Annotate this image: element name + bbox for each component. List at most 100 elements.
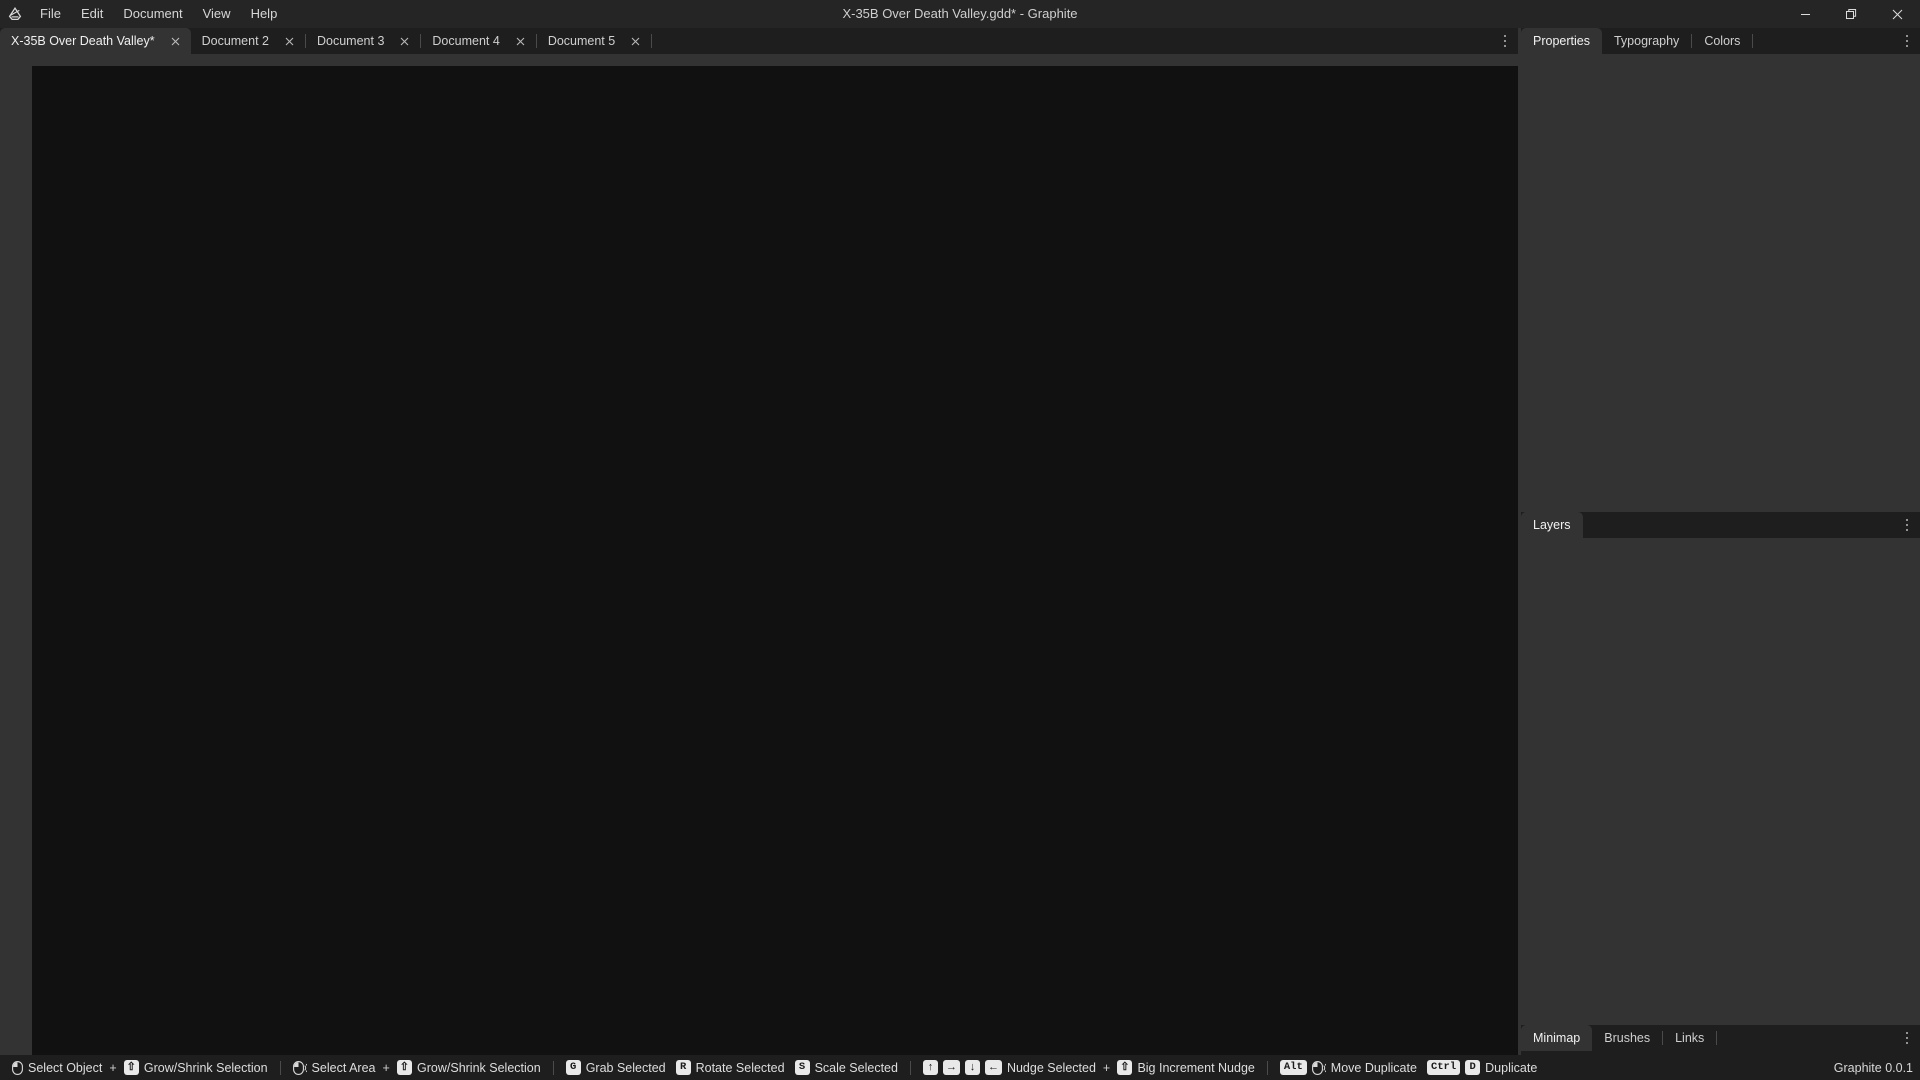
hint-label: Scale Selected bbox=[814, 1060, 898, 1075]
main-region: X-35B Over Death Valley* Document 2 Docu… bbox=[0, 28, 1920, 1055]
hint-scale-selected: S Scale Selected bbox=[794, 1060, 898, 1075]
hint-group-divider bbox=[552, 1060, 554, 1075]
hint-group-nudge: ↑ → ↓ ← Nudge Selected + ⇧ Big Increment… bbox=[918, 1060, 1260, 1075]
mouse-left-click-icon bbox=[12, 1060, 23, 1075]
tab-properties[interactable]: Properties bbox=[1521, 28, 1602, 54]
minimap-tab-list: Minimap Brushes Links bbox=[1521, 1025, 1894, 1051]
tab-divider bbox=[651, 34, 653, 48]
layers-tab-list: Layers bbox=[1521, 512, 1894, 538]
close-icon[interactable] bbox=[398, 35, 411, 48]
mouse-left-drag-icon bbox=[1311, 1060, 1326, 1075]
hint-grow-shrink-selection: ⇧ Grow/Shrink Selection bbox=[396, 1060, 541, 1075]
key-d: D bbox=[1465, 1060, 1481, 1075]
hint-label: Move Duplicate bbox=[1330, 1060, 1417, 1075]
tab-brushes[interactable]: Brushes bbox=[1592, 1025, 1662, 1051]
minimap-panel-overflow-button[interactable] bbox=[1894, 1025, 1920, 1051]
tab-layers[interactable]: Layers bbox=[1521, 512, 1583, 538]
hint-big-increment-nudge: ⇧ Big Increment Nudge bbox=[1117, 1060, 1255, 1075]
document-tabs-overflow-button[interactable] bbox=[1492, 28, 1518, 54]
properties-panel-header: Properties Typography Colors bbox=[1521, 28, 1920, 54]
hint-label: Duplicate bbox=[1485, 1060, 1538, 1075]
document-tab-label: Document 5 bbox=[547, 34, 616, 48]
layers-panel-overflow-button[interactable] bbox=[1894, 512, 1920, 538]
layers-panel-header: Layers bbox=[1521, 512, 1920, 538]
hint-group-divider bbox=[279, 1060, 281, 1075]
right-panel-column: Properties Typography Colors Layers Mini… bbox=[1518, 28, 1920, 1055]
hint-plus: + bbox=[382, 1060, 390, 1075]
close-icon[interactable] bbox=[283, 35, 296, 48]
tab-typography[interactable]: Typography bbox=[1602, 28, 1691, 54]
version-label: Graphite 0.0.1 bbox=[1833, 1060, 1913, 1075]
kebab-menu-icon bbox=[1905, 518, 1909, 532]
hint-group-duplicate: Alt Move Duplicate Ctrl D Duplicate bbox=[1275, 1060, 1542, 1075]
menu-item-file[interactable]: File bbox=[30, 3, 71, 25]
hint-label: Grow/Shrink Selection bbox=[417, 1060, 541, 1075]
document-tab-1[interactable]: X-35B Over Death Valley* bbox=[0, 28, 191, 54]
key-g: G bbox=[565, 1060, 581, 1075]
hint-group-divider bbox=[1266, 1060, 1268, 1075]
key-arrow-left: ← bbox=[984, 1060, 1002, 1075]
hint-label: Nudge Selected bbox=[1006, 1060, 1096, 1075]
document-tab-list: X-35B Over Death Valley* Document 2 Docu… bbox=[0, 28, 1492, 54]
kebab-menu-icon bbox=[1905, 34, 1909, 48]
key-arrow-down: ↓ bbox=[964, 1060, 980, 1075]
restore-icon bbox=[1845, 8, 1857, 20]
key-ctrl: Ctrl bbox=[1426, 1060, 1461, 1075]
menu-bar: File Edit Document View Help bbox=[30, 0, 287, 28]
close-icon[interactable] bbox=[514, 35, 527, 48]
kebab-menu-icon bbox=[1503, 34, 1507, 48]
close-icon bbox=[1892, 9, 1903, 20]
close-icon[interactable] bbox=[169, 35, 182, 48]
hint-grab-selected: G Grab Selected bbox=[565, 1060, 666, 1075]
tab-links[interactable]: Links bbox=[1663, 1025, 1716, 1051]
tab-divider bbox=[1752, 34, 1754, 48]
hint-nudge-selected: ↑ → ↓ ← Nudge Selected bbox=[922, 1060, 1096, 1075]
key-alt: Alt bbox=[1279, 1060, 1307, 1075]
menu-item-view[interactable]: View bbox=[193, 3, 241, 25]
document-tab-3[interactable]: Document 3 bbox=[306, 28, 420, 54]
tab-label: Typography bbox=[1613, 34, 1680, 48]
maximize-button[interactable] bbox=[1828, 0, 1874, 28]
hint-rotate-selected: R Rotate Selected bbox=[675, 1060, 785, 1075]
status-bar: Select Object + ⇧ Grow/Shrink Selection bbox=[0, 1055, 1920, 1080]
menu-item-document[interactable]: Document bbox=[113, 3, 192, 25]
properties-tab-list: Properties Typography Colors bbox=[1521, 28, 1894, 54]
tab-label: Brushes bbox=[1604, 1031, 1651, 1045]
tab-colors[interactable]: Colors bbox=[1692, 28, 1752, 54]
document-tab-5[interactable]: Document 5 bbox=[537, 28, 651, 54]
hint-grow-shrink-selection: ⇧ Grow/Shrink Selection bbox=[123, 1060, 268, 1075]
minimize-icon bbox=[1800, 9, 1811, 20]
layers-panel-body bbox=[1521, 538, 1920, 1025]
hint-label: Big Increment Nudge bbox=[1137, 1060, 1255, 1075]
tab-label: Links bbox=[1675, 1031, 1705, 1045]
key-shift: ⇧ bbox=[123, 1060, 139, 1075]
key-r: R bbox=[675, 1060, 691, 1075]
input-hints: Select Object + ⇧ Grow/Shrink Selection bbox=[7, 1060, 1822, 1075]
properties-panel-overflow-button[interactable] bbox=[1894, 28, 1920, 54]
mouse-left-drag-icon bbox=[292, 1060, 307, 1075]
tab-label: Minimap bbox=[1533, 1031, 1581, 1045]
hint-duplicate: Ctrl D Duplicate bbox=[1426, 1060, 1538, 1075]
key-arrow-up: ↑ bbox=[922, 1060, 938, 1075]
tab-label: Properties bbox=[1533, 34, 1590, 48]
hint-group-select-area: Select Area + ⇧ Grow/Shrink Selection bbox=[288, 1060, 546, 1075]
tab-minimap[interactable]: Minimap bbox=[1521, 1025, 1593, 1051]
document-tab-label: X-35B Over Death Valley* bbox=[11, 34, 155, 48]
document-tab-4[interactable]: Document 4 bbox=[421, 28, 535, 54]
properties-panel: Properties Typography Colors bbox=[1521, 28, 1920, 512]
hint-group-divider bbox=[909, 1060, 911, 1075]
key-shift: ⇧ bbox=[1117, 1060, 1133, 1075]
key-shift: ⇧ bbox=[396, 1060, 413, 1075]
document-tab-2[interactable]: Document 2 bbox=[191, 28, 305, 54]
menu-item-help[interactable]: Help bbox=[241, 3, 288, 25]
close-icon[interactable] bbox=[629, 35, 642, 48]
canvas-shell bbox=[0, 54, 1518, 1055]
hint-label: Select Object bbox=[28, 1060, 103, 1075]
graphite-logo-icon bbox=[0, 0, 30, 28]
hint-group-transform: G Grab Selected R Rotate Selected S Scal… bbox=[561, 1060, 903, 1075]
title-bar: File Edit Document View Help X-35B Over … bbox=[0, 0, 1920, 28]
document-viewport[interactable] bbox=[32, 66, 1518, 1055]
close-button[interactable] bbox=[1874, 0, 1920, 28]
minimize-button[interactable] bbox=[1782, 0, 1828, 28]
menu-item-edit[interactable]: Edit bbox=[71, 3, 113, 25]
